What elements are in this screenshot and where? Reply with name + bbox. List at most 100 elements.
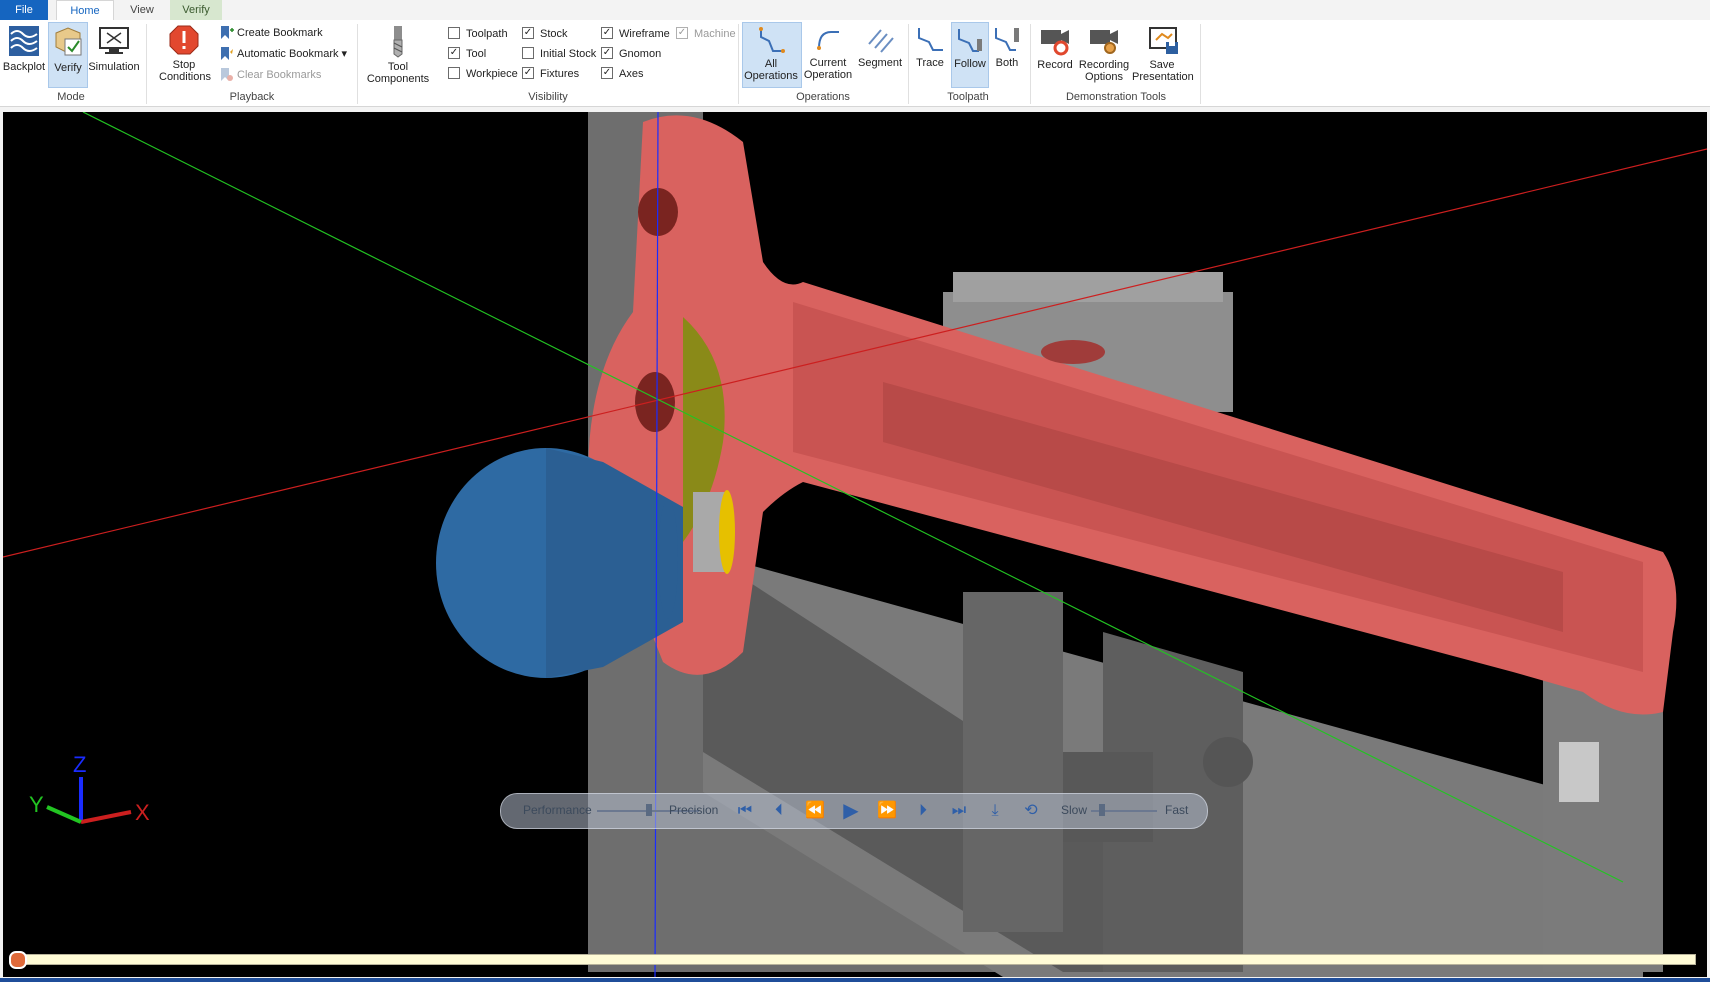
group-visibility-label: Visibility (528, 91, 568, 103)
tab-home[interactable]: Home (56, 0, 114, 22)
chevron-down-icon: ▾ (341, 48, 348, 60)
stop-conditions-label: Stop Conditions (159, 59, 211, 83)
all-operations-button[interactable]: All Operations (742, 22, 802, 88)
checkbox-box: ✓ (522, 27, 534, 40)
tool-checkbox[interactable]: ✓ Tool (448, 46, 486, 62)
checkbox-box: ✓ (601, 27, 613, 40)
verify-button[interactable]: Verify (48, 22, 88, 88)
trace-button[interactable]: Trace (912, 22, 948, 69)
ribbon: Backplot Verify Simulation Mode Stop Con… (0, 20, 1710, 107)
axes-label: Axes (619, 68, 644, 80)
record-label: Record (1037, 59, 1073, 71)
machine-checkbox[interactable]: ✓ Machine (676, 26, 736, 42)
divider (357, 24, 358, 104)
skip-to-end-button[interactable]: ⏭ (947, 800, 971, 822)
follow-button[interactable]: Follow (951, 22, 989, 88)
tab-verify[interactable]: Verify (170, 0, 222, 20)
checkbox-box: ✓ (601, 47, 613, 60)
slider-thumb[interactable] (646, 804, 652, 816)
tab-view[interactable]: View (122, 0, 162, 20)
step-forward-button[interactable]: ⏵ (911, 800, 935, 822)
bookmark-icon (221, 26, 234, 40)
checkbox-box: ✓ (448, 47, 460, 60)
divider (146, 24, 147, 104)
create-bookmark-label: Create Bookmark (237, 27, 323, 39)
simulation-button[interactable]: Simulation (88, 22, 140, 73)
precision-label: Precision (669, 803, 719, 817)
performance-label: Performance (523, 803, 592, 817)
tool-icon (393, 26, 403, 58)
timeline-bar[interactable] (20, 954, 1696, 965)
record-button[interactable]: Record (1034, 22, 1076, 71)
wireframe-checkbox[interactable]: ✓ Wireframe (601, 26, 670, 42)
workpiece-checkbox[interactable]: Workpiece (448, 66, 518, 82)
gnomon-checkbox[interactable]: ✓ Gnomon (601, 46, 661, 62)
gnomon-z-label: Z (73, 752, 87, 777)
clear-bookmarks-label: Clear Bookmarks (237, 69, 322, 81)
divider (1030, 24, 1031, 104)
fixtures-label: Fixtures (540, 68, 580, 80)
gnomon (46, 777, 132, 824)
backplot-button[interactable]: Backplot (2, 22, 46, 73)
create-bookmark-button[interactable]: Create Bookmark (218, 24, 323, 42)
initial-stock-checkbox[interactable]: Initial Stock (522, 46, 596, 62)
current-operation-icon (817, 31, 839, 50)
checkbox-box (448, 27, 460, 40)
follow-icon (958, 29, 982, 52)
stock-checkbox[interactable]: ✓ Stock (522, 26, 568, 42)
timeline-knob[interactable] (9, 951, 27, 969)
recording-options-label: Recording Options (1078, 59, 1130, 83)
automatic-bookmark-button[interactable]: Automatic Bookmark ▾ (218, 45, 347, 63)
initial-stock-label: Initial Stock (540, 48, 597, 60)
operations-icon (759, 27, 785, 53)
both-button[interactable]: Both (990, 22, 1024, 69)
save-presentation-label: Save Presentation (1132, 59, 1194, 83)
skip-to-start-button[interactable]: ⏮ (733, 800, 757, 822)
follow-label: Follow (954, 58, 986, 70)
stop-conditions-button[interactable]: Stop Conditions (150, 22, 218, 83)
save-presentation-button[interactable]: Save Presentation (1132, 22, 1196, 83)
ribbon-tabs: File Home View Verify (0, 0, 1710, 22)
playback-bar: Performance Precision ⏮ ⏴ ⏪ ▶ ⏩ ⏵ ⏭ ⤓ ⟲ … (500, 793, 1208, 829)
group-mode-label: Mode (57, 91, 85, 103)
divider (1200, 24, 1201, 104)
tab-file[interactable]: File (0, 0, 48, 20)
clear-bookmarks-button[interactable]: Clear Bookmarks (218, 66, 321, 84)
stock-label: Stock (540, 28, 568, 40)
play-button[interactable]: ▶ (839, 800, 863, 822)
clear-bookmarks-icon (221, 68, 233, 82)
workpiece-label: Workpiece (466, 68, 518, 80)
bottom-border (0, 978, 1710, 982)
current-operation-button[interactable]: Current Operation (802, 22, 854, 81)
trace-label: Trace (916, 57, 944, 69)
toolpath-label: Toolpath (466, 28, 508, 40)
fixtures-checkbox[interactable]: ✓ Fixtures (522, 66, 579, 82)
record-icon (1041, 30, 1069, 56)
recording-options-icon (1090, 30, 1118, 54)
axes-checkbox[interactable]: ✓ Axes (601, 66, 643, 82)
group-demo-label: Demonstration Tools (1065, 91, 1167, 103)
loop-button[interactable]: ⟲ (1019, 800, 1043, 822)
both-icon (995, 28, 1019, 51)
speed-slider-thumb[interactable] (1099, 804, 1105, 816)
3d-viewport[interactable]: Z X Y (3, 112, 1707, 977)
bookmark-step-button[interactable]: ⤓ (983, 800, 1007, 822)
checkbox-box: ✓ (522, 67, 534, 80)
rewind-button[interactable]: ⏪ (803, 800, 827, 822)
segment-label: Segment (857, 57, 903, 69)
fast-label: Fast (1165, 803, 1189, 817)
divider (908, 24, 909, 104)
toolpath-checkbox[interactable]: Toolpath (448, 26, 508, 42)
segment-button[interactable]: Segment (856, 22, 904, 69)
fast-forward-button[interactable]: ⏩ (875, 800, 899, 822)
tool-components-button[interactable]: Tool Components (362, 22, 434, 85)
backplot-label: Backplot (2, 61, 46, 73)
checkbox-box: ✓ (601, 67, 613, 80)
both-label: Both (995, 57, 1019, 69)
recording-options-button[interactable]: Recording Options (1078, 22, 1130, 83)
wireframe-label: Wireframe (619, 28, 670, 40)
gnomon-y-label: Y (29, 792, 44, 817)
backplot-icon (9, 26, 39, 56)
step-back-button[interactable]: ⏴ (767, 800, 791, 822)
automatic-bookmark-icon (221, 47, 233, 61)
